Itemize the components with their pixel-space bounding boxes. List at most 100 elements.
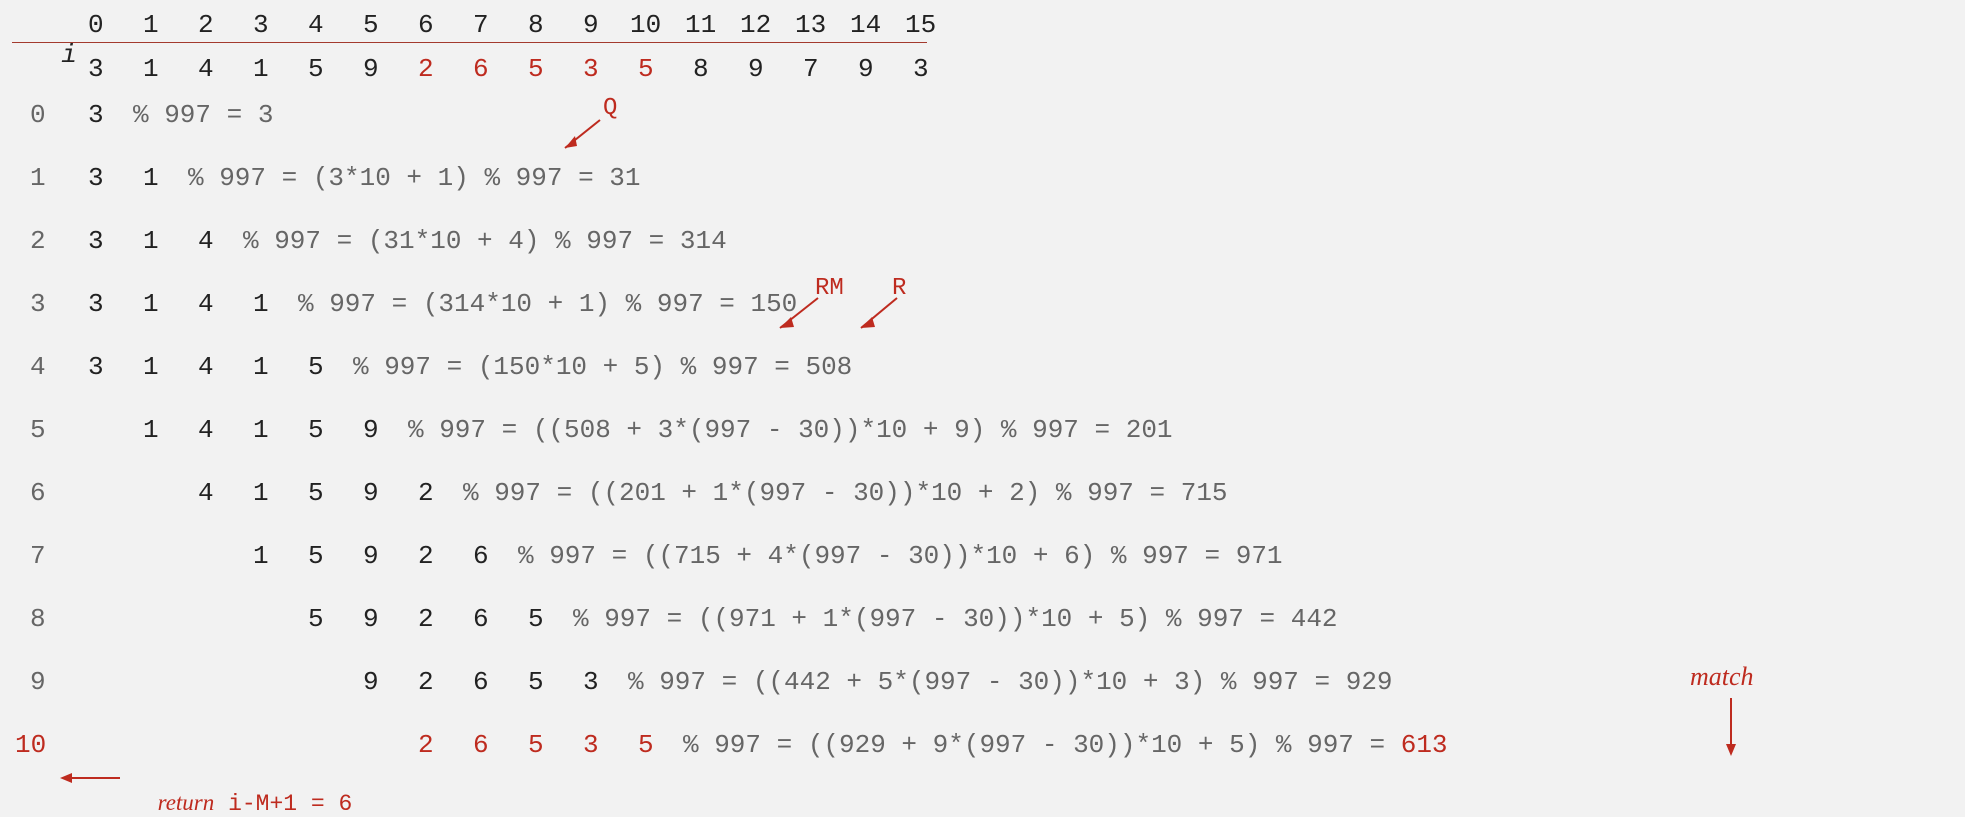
header-i: i bbox=[30, 10, 77, 70]
arrow-return bbox=[60, 770, 130, 786]
row-5-digit-0: 1 bbox=[143, 415, 159, 445]
header-col-7: 7 bbox=[473, 10, 489, 40]
row-2-digit-2: 4 bbox=[198, 226, 214, 256]
text-digit-5: 9 bbox=[363, 54, 379, 84]
row-8-digit-3: 6 bbox=[473, 604, 489, 634]
row-10-digit-4: 5 bbox=[638, 730, 654, 760]
text-digit-0: 3 bbox=[88, 54, 104, 84]
row-7-digit-3: 2 bbox=[418, 541, 434, 571]
row-i-7: 7 bbox=[30, 541, 46, 571]
row-i-5: 5 bbox=[30, 415, 46, 445]
text-digit-2: 4 bbox=[198, 54, 214, 84]
header-col-15: 15 bbox=[905, 10, 936, 40]
row-1-expr: % 997 = (3*10 + 1) % 997 = 31 bbox=[188, 163, 640, 193]
row-6-digit-0: 4 bbox=[198, 478, 214, 508]
row-10-digit-3: 3 bbox=[583, 730, 599, 760]
row-i-1: 1 bbox=[30, 163, 46, 193]
header-col-2: 2 bbox=[198, 10, 214, 40]
header-underline bbox=[12, 42, 927, 43]
header-col-4: 4 bbox=[308, 10, 324, 40]
text-digit-8: 5 bbox=[528, 54, 544, 84]
header-col-8: 8 bbox=[528, 10, 544, 40]
text-digit-6: 2 bbox=[418, 54, 434, 84]
header-col-3: 3 bbox=[253, 10, 269, 40]
row-4-digit-4: 5 bbox=[308, 352, 324, 382]
row-8-digit-4: 5 bbox=[528, 604, 544, 634]
text-digit-15: 3 bbox=[913, 54, 929, 84]
row-8-expr: % 997 = ((971 + 1*(997 - 30))*10 + 5) % … bbox=[573, 604, 1338, 634]
row-7-expr: % 997 = ((715 + 4*(997 - 30))*10 + 6) % … bbox=[518, 541, 1283, 571]
text-digit-11: 8 bbox=[693, 54, 709, 84]
row-2-digit-1: 1 bbox=[143, 226, 159, 256]
header-col-1: 1 bbox=[143, 10, 159, 40]
row-4-digit-1: 1 bbox=[143, 352, 159, 382]
row-5-digit-2: 1 bbox=[253, 415, 269, 445]
header-col-11: 11 bbox=[685, 10, 716, 40]
row-9-digit-2: 6 bbox=[473, 667, 489, 697]
row-i-10: 10 bbox=[15, 730, 46, 760]
row-0-expr: % 997 = 3 bbox=[133, 100, 273, 130]
label-return: return i-M+1 = 6 bbox=[130, 764, 352, 817]
row-4-digit-2: 4 bbox=[198, 352, 214, 382]
text-digit-10: 5 bbox=[638, 54, 654, 84]
header-col-5: 5 bbox=[363, 10, 379, 40]
row-0-digit-0: 3 bbox=[88, 100, 104, 130]
row-3-expr: % 997 = (314*10 + 1) % 997 = 150 bbox=[298, 289, 797, 319]
row-8-digit-0: 5 bbox=[308, 604, 324, 634]
row-10-digit-1: 6 bbox=[473, 730, 489, 760]
row-6-digit-1: 1 bbox=[253, 478, 269, 508]
text-digit-14: 9 bbox=[858, 54, 874, 84]
row-8-digit-1: 9 bbox=[363, 604, 379, 634]
row-2-expr: % 997 = (31*10 + 4) % 997 = 314 bbox=[243, 226, 727, 256]
row-i-2: 2 bbox=[30, 226, 46, 256]
row-3-digit-0: 3 bbox=[88, 289, 104, 319]
row-i-0: 0 bbox=[30, 100, 46, 130]
header-col-10: 10 bbox=[630, 10, 661, 40]
row-7-digit-1: 5 bbox=[308, 541, 324, 571]
row-5-digit-3: 5 bbox=[308, 415, 324, 445]
arrow-match bbox=[1723, 698, 1743, 763]
text-digit-13: 7 bbox=[803, 54, 819, 84]
row-6-digit-2: 5 bbox=[308, 478, 324, 508]
row-6-digit-4: 2 bbox=[418, 478, 434, 508]
row-9-digit-3: 5 bbox=[528, 667, 544, 697]
arrow-RM bbox=[772, 296, 832, 336]
header-col-13: 13 bbox=[795, 10, 826, 40]
row-9-digit-4: 3 bbox=[583, 667, 599, 697]
row-3-digit-3: 1 bbox=[253, 289, 269, 319]
header-col-6: 6 bbox=[418, 10, 434, 40]
row-7-digit-4: 6 bbox=[473, 541, 489, 571]
row-3-digit-1: 1 bbox=[143, 289, 159, 319]
row-i-6: 6 bbox=[30, 478, 46, 508]
header-col-9: 9 bbox=[583, 10, 599, 40]
row-4-digit-3: 1 bbox=[253, 352, 269, 382]
row-5-digit-1: 4 bbox=[198, 415, 214, 445]
row-7-digit-2: 9 bbox=[363, 541, 379, 571]
arrow-Q bbox=[555, 118, 605, 158]
label-Q: Q bbox=[603, 95, 617, 122]
row-10-digit-0: 2 bbox=[418, 730, 434, 760]
row-7-digit-0: 1 bbox=[253, 541, 269, 571]
text-digit-3: 1 bbox=[253, 54, 269, 84]
row-9-digit-1: 2 bbox=[418, 667, 434, 697]
text-digit-9: 3 bbox=[583, 54, 599, 84]
row-i-3: 3 bbox=[30, 289, 46, 319]
row-2-digit-0: 3 bbox=[88, 226, 104, 256]
row-9-digit-0: 9 bbox=[363, 667, 379, 697]
arrow-R bbox=[855, 296, 915, 336]
row-i-4: 4 bbox=[30, 352, 46, 382]
row-5-expr: % 997 = ((508 + 3*(997 - 30))*10 + 9) % … bbox=[408, 415, 1173, 445]
row-10-digit-2: 5 bbox=[528, 730, 544, 760]
row-8-digit-2: 2 bbox=[418, 604, 434, 634]
row-4-digit-0: 3 bbox=[88, 352, 104, 382]
row-3-digit-2: 4 bbox=[198, 289, 214, 319]
text-digit-4: 5 bbox=[308, 54, 324, 84]
text-digit-1: 1 bbox=[143, 54, 159, 84]
row-9-expr: % 997 = ((442 + 5*(997 - 30))*10 + 3) % … bbox=[628, 667, 1393, 697]
row-6-expr: % 997 = ((201 + 1*(997 - 30))*10 + 2) % … bbox=[463, 478, 1228, 508]
header-col-14: 14 bbox=[850, 10, 881, 40]
row-10-expr: % 997 = ((929 + 9*(997 - 30))*10 + 5) % … bbox=[683, 730, 1448, 760]
header-col-12: 12 bbox=[740, 10, 771, 40]
row-1-digit-1: 1 bbox=[143, 163, 159, 193]
text-digit-7: 6 bbox=[473, 54, 489, 84]
